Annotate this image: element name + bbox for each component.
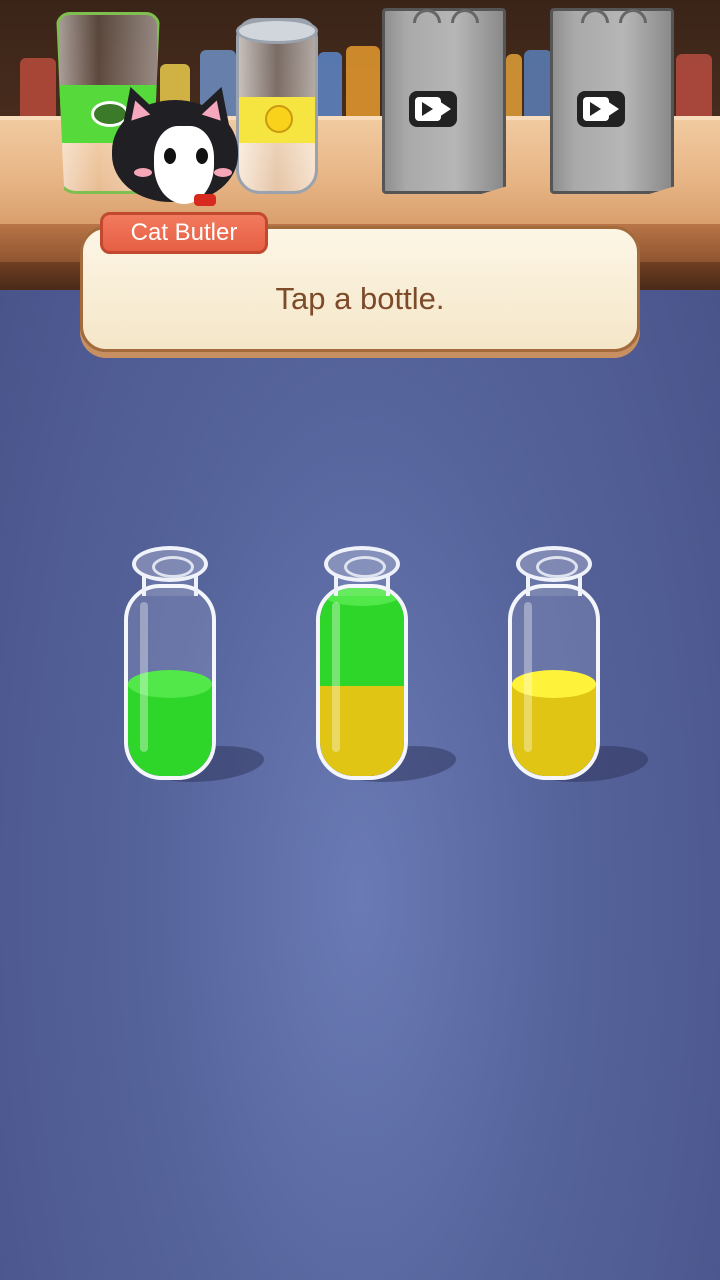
bottle-3[interactable] xyxy=(508,546,662,786)
video-bag-button-1[interactable] xyxy=(382,8,506,194)
bottle-1[interactable] xyxy=(124,546,278,786)
lemon-icon xyxy=(265,105,293,133)
bottle-body xyxy=(316,584,408,780)
video-icon xyxy=(409,91,457,127)
bottle-rim xyxy=(324,546,400,582)
dialog-message: Tap a bottle. xyxy=(275,281,445,316)
cat-butler-avatar xyxy=(106,80,246,216)
bottle-2[interactable] xyxy=(316,546,470,786)
video-icon xyxy=(577,91,625,127)
bottle-body xyxy=(508,584,600,780)
bottle-body xyxy=(124,584,216,780)
bottle-rim xyxy=(516,546,592,582)
bow-tie xyxy=(194,194,216,206)
lemon-can-order[interactable] xyxy=(236,18,318,194)
speaker-name-tag: Cat Butler xyxy=(100,212,268,254)
video-bag-button-2[interactable] xyxy=(550,8,674,194)
bottle-rim xyxy=(132,546,208,582)
